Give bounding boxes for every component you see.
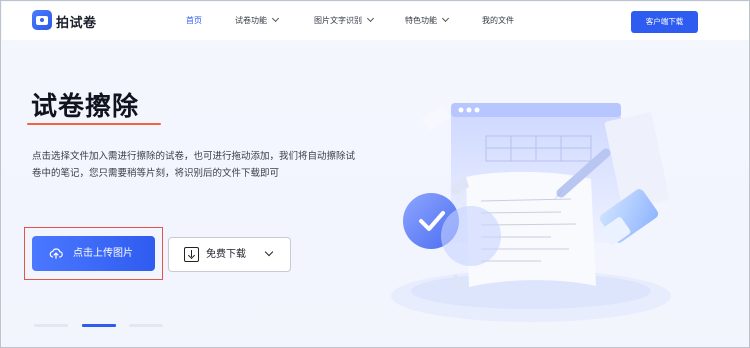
carousel-indicator-2[interactable] — [82, 324, 116, 327]
upload-button-label: 点击上传图片 — [73, 248, 133, 259]
title-underline — [27, 123, 161, 125]
carousel-indicator-3[interactable] — [129, 324, 163, 327]
carousel-indicator-1[interactable] — [34, 324, 68, 327]
chevron-down-icon — [441, 14, 450, 23]
nav-item-home[interactable]: 首页 — [186, 15, 202, 26]
chevron-down-icon[interactable] — [264, 247, 274, 257]
exam-erase-illustration — [391, 103, 671, 322]
download-icon — [184, 247, 199, 262]
page: 拍试卷 首页 试卷功能 图片文字识别 特色功能 我的文件 客户端下载 试卷擦除 … — [0, 0, 750, 348]
nav-item-my-files[interactable]: 我的文件 — [482, 15, 514, 26]
upload-image-button[interactable]: 点击上传图片 — [32, 236, 155, 271]
client-download-button[interactable]: 客户端下载 — [631, 11, 698, 33]
page-title: 试卷擦除 — [31, 92, 140, 122]
cloud-upload-icon — [49, 248, 63, 259]
chevron-down-icon — [271, 14, 280, 23]
brand-name[interactable]: 拍试卷 — [56, 12, 97, 31]
hero-description: 点击选择文件加入需进行擦除的试卷，也可进行拖动添加，我们将自动擦除试卷中的笔记，… — [32, 151, 356, 179]
free-download-button[interactable]: 免费下载 — [168, 237, 291, 272]
free-download-label: 免费下载 — [206, 249, 246, 260]
nav-item-exam-functions[interactable]: 试卷功能 — [235, 14, 280, 26]
chevron-down-icon — [366, 14, 375, 23]
nav-item-special-features[interactable]: 特色功能 — [405, 14, 450, 26]
nav-item-image-ocr[interactable]: 图片文字识别 — [314, 14, 375, 26]
brand-logo-icon[interactable] — [32, 10, 52, 30]
top-nav-bar: 拍试卷 首页 试卷功能 图片文字识别 特色功能 我的文件 客户端下载 — [2, 2, 749, 40]
